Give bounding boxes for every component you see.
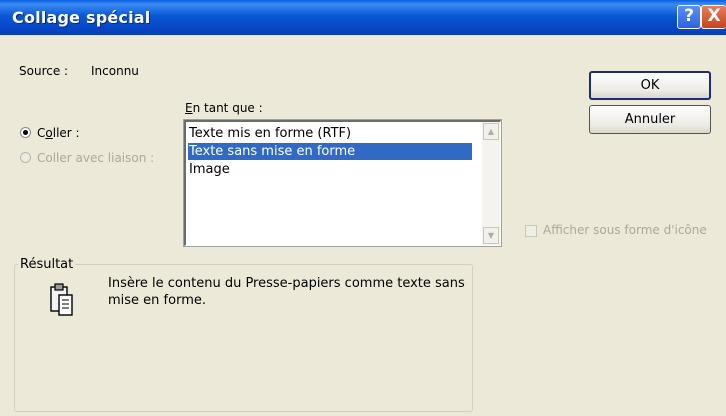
list-item-selected[interactable]: Texte sans mise en forme: [188, 143, 472, 160]
as-label: En tant que :: [185, 101, 263, 115]
source-label: Source :: [19, 64, 69, 78]
list-scrollbar[interactable]: ▲ ▼: [482, 122, 500, 245]
paste-link-radio[interactable]: [20, 152, 31, 163]
title-bar[interactable]: Collage spécial ? X: [0, 0, 726, 35]
scroll-up-arrow-icon[interactable]: ▲: [483, 123, 499, 140]
list-item[interactable]: Image: [188, 161, 230, 178]
paste-radio[interactable]: [20, 127, 31, 138]
paste-radio-label[interactable]: Coller :: [37, 126, 80, 140]
result-description-line2: mise en forme.: [108, 293, 206, 308]
window-title: Collage spécial: [12, 8, 151, 27]
list-item[interactable]: Texte mis en forme (RTF): [188, 125, 351, 142]
cancel-button[interactable]: Annuler: [589, 105, 711, 134]
source-value: Inconnu: [91, 64, 139, 78]
as-label-rest: n tant que :: [192, 101, 263, 115]
result-label: Résultat: [18, 257, 76, 272]
display-as-icon-label: Afficher sous forme d'icône: [543, 223, 707, 237]
help-button[interactable]: ?: [677, 5, 701, 29]
result-description-line1: Insère le contenu du Presse-papiers comm…: [108, 276, 465, 291]
scroll-down-arrow-icon[interactable]: ▼: [483, 227, 499, 244]
clipboard-icon: [50, 283, 73, 316]
format-list[interactable]: Texte mis en forme (RTF) Texte sans mise…: [183, 119, 502, 247]
display-as-icon-checkbox[interactable]: [525, 225, 537, 237]
paste-link-radio-label: Coller avec liaison :: [37, 151, 155, 165]
ok-button[interactable]: OK: [589, 71, 711, 100]
close-button[interactable]: X: [701, 5, 726, 29]
